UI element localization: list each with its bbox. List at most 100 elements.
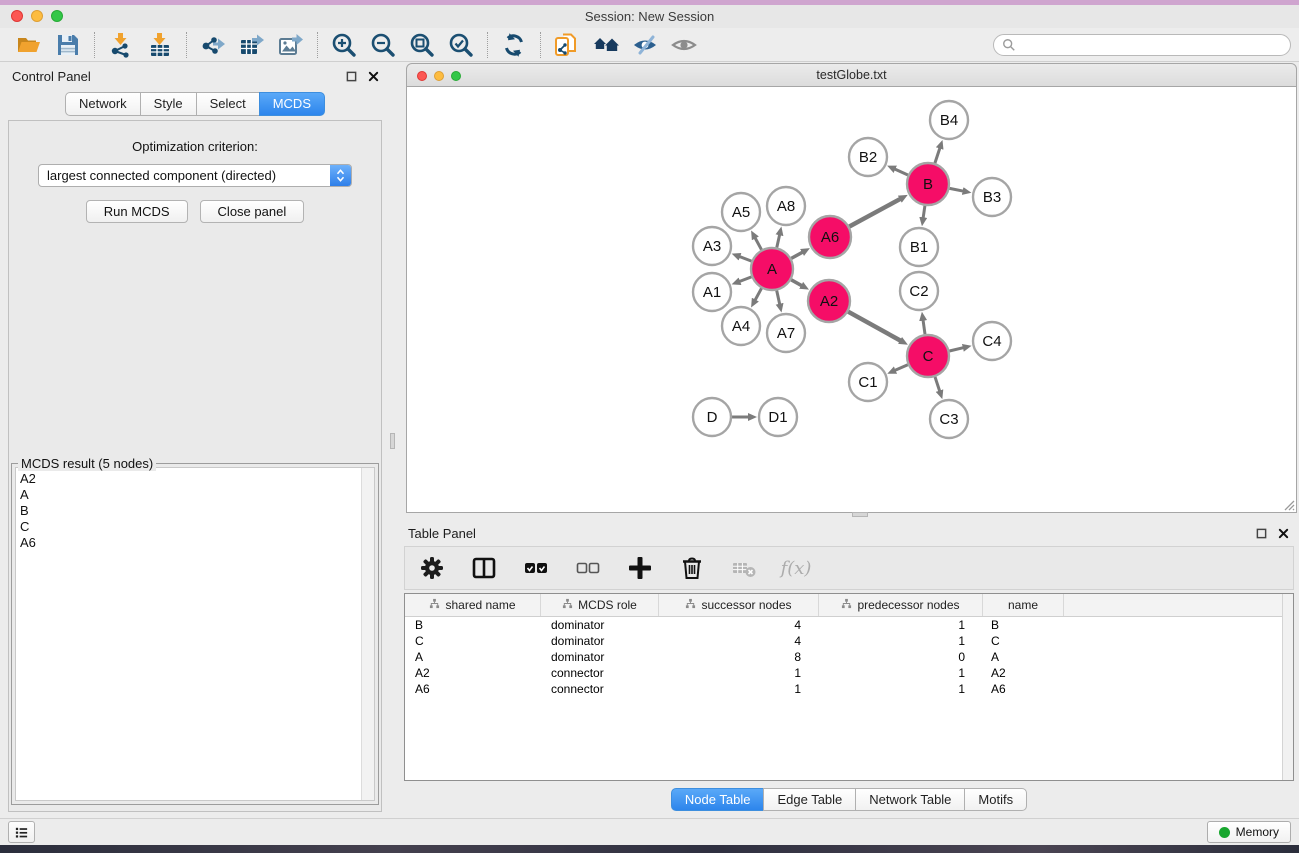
save-session-icon[interactable] [53, 31, 83, 59]
panel-splitter-handle[interactable] [390, 433, 395, 449]
zoom-window-button[interactable] [51, 10, 63, 22]
export-table-icon[interactable] [237, 31, 267, 59]
cell-predecessor-nodes[interactable]: 0 [819, 649, 983, 665]
cell-name[interactable]: A [983, 649, 1064, 665]
table-row[interactable]: Cdominator41C [405, 633, 1293, 649]
cell-MCDS-role[interactable]: dominator [541, 617, 659, 633]
mcds-result-item[interactable]: B [20, 503, 361, 519]
cell-name[interactable]: B [983, 617, 1064, 633]
table-row[interactable]: A6connector11A6 [405, 681, 1293, 697]
dropdown-stepper-icon[interactable] [330, 165, 351, 186]
cell-successor-nodes[interactable]: 4 [659, 633, 819, 649]
cell-shared-name[interactable]: C [405, 633, 541, 649]
hide-selected-icon[interactable] [630, 31, 660, 59]
cell-successor-nodes[interactable]: 1 [659, 665, 819, 681]
cell-shared-name[interactable]: A [405, 649, 541, 665]
task-history-button[interactable] [8, 821, 35, 843]
graph-edge-A6-B[interactable] [849, 199, 900, 227]
cell-name[interactable]: A2 [983, 665, 1064, 681]
zoom-selected-icon[interactable] [446, 31, 476, 59]
mcds-list-scrollbar[interactable] [361, 468, 374, 800]
graph-edge-A-A8[interactable] [777, 234, 780, 247]
mcds-result-item[interactable]: A2 [20, 471, 361, 487]
float-panel-icon[interactable] [345, 70, 358, 83]
close-table-panel-icon[interactable] [1277, 527, 1290, 540]
cell-name[interactable]: A6 [983, 681, 1064, 697]
deselect-all-icon[interactable] [575, 554, 601, 582]
cell-shared-name[interactable]: B [405, 617, 541, 633]
network-close-button[interactable] [417, 71, 427, 81]
cell-predecessor-nodes[interactable]: 1 [819, 681, 983, 697]
graph-edge-B-B3[interactable] [950, 188, 964, 191]
minimize-window-button[interactable] [31, 10, 43, 22]
graph-edge-C-C4[interactable] [949, 348, 963, 351]
mcds-result-item[interactable]: C [20, 519, 361, 535]
tab-mcds[interactable]: MCDS [259, 92, 325, 116]
tab-network[interactable]: Network [65, 92, 141, 116]
tab-network-table[interactable]: Network Table [855, 788, 965, 811]
zoom-out-icon[interactable] [368, 31, 398, 59]
split-table-icon[interactable] [471, 554, 497, 582]
column-header-predecessor-nodes[interactable]: predecessor nodes [819, 594, 983, 616]
cell-MCDS-role[interactable]: dominator [541, 649, 659, 665]
graph-edge-A-A6[interactable] [791, 252, 803, 258]
close-panel-icon[interactable] [367, 70, 380, 83]
cell-MCDS-role[interactable]: connector [541, 681, 659, 697]
graph-edge-C-C2[interactable] [923, 320, 925, 335]
graph-edge-B-B4[interactable] [935, 148, 940, 164]
mcds-result-item[interactable]: A6 [20, 535, 361, 551]
export-network-icon[interactable] [198, 31, 228, 59]
float-table-panel-icon[interactable] [1255, 527, 1268, 540]
graph-edge-B-B2[interactable] [894, 169, 908, 175]
graph-edge-A-A2[interactable] [791, 280, 802, 286]
graph-edge-C-C3[interactable] [935, 377, 940, 392]
graph-edge-C-C1[interactable] [895, 365, 908, 371]
run-mcds-button[interactable]: Run MCDS [86, 200, 188, 223]
close-panel-button[interactable]: Close panel [200, 200, 305, 223]
graph-edge-B-B1[interactable] [923, 206, 925, 219]
table-row[interactable]: Adominator80A [405, 649, 1293, 665]
graph-edge-A2-C[interactable] [848, 312, 901, 341]
table-row[interactable]: Bdominator41B [405, 617, 1293, 633]
search-box[interactable] [993, 34, 1291, 56]
graph-edge-A-A3[interactable] [739, 256, 751, 261]
cell-successor-nodes[interactable]: 1 [659, 681, 819, 697]
cell-shared-name[interactable]: A6 [405, 681, 541, 697]
select-all-icon[interactable] [523, 554, 549, 582]
vertical-splitter-handle[interactable] [852, 512, 868, 517]
graph-edge-A-A1[interactable] [739, 277, 751, 282]
cell-MCDS-role[interactable]: dominator [541, 633, 659, 649]
network-zoom-button[interactable] [451, 71, 461, 81]
tab-node-table[interactable]: Node Table [671, 788, 765, 811]
trash-icon[interactable] [679, 554, 705, 582]
cell-successor-nodes[interactable]: 4 [659, 617, 819, 633]
close-window-button[interactable] [11, 10, 23, 22]
cell-predecessor-nodes[interactable]: 1 [819, 633, 983, 649]
cell-name[interactable]: C [983, 633, 1064, 649]
add-row-icon[interactable] [627, 554, 653, 582]
table-scrollbar[interactable] [1282, 594, 1293, 780]
open-file-icon[interactable] [14, 31, 44, 59]
graph-edge-A-A7[interactable] [777, 291, 780, 305]
import-network-icon[interactable] [106, 31, 136, 59]
show-eye-icon[interactable] [669, 31, 699, 59]
tab-edge-table[interactable]: Edge Table [763, 788, 856, 811]
column-header-name[interactable]: name [983, 594, 1064, 616]
network-canvas[interactable]: AA1A2A3A4A5A6A7A8BB1B2B3B4CC1C2C3C4DD1 [406, 87, 1297, 513]
criterion-dropdown[interactable]: largest connected component (directed) [38, 164, 352, 187]
resize-grip-icon[interactable] [1282, 498, 1295, 511]
import-table-icon[interactable] [145, 31, 175, 59]
tab-style[interactable]: Style [140, 92, 197, 116]
graph-edge-A-A4[interactable] [755, 288, 762, 300]
refresh-icon[interactable] [499, 31, 529, 59]
column-header-shared-name[interactable]: shared name [405, 594, 541, 616]
cell-successor-nodes[interactable]: 8 [659, 649, 819, 665]
home-icon[interactable] [591, 31, 621, 59]
cell-shared-name[interactable]: A2 [405, 665, 541, 681]
zoom-in-icon[interactable] [329, 31, 359, 59]
graph-edge-A-A5[interactable] [755, 238, 762, 250]
column-header-successor-nodes[interactable]: successor nodes [659, 594, 819, 616]
memory-button[interactable]: Memory [1207, 821, 1291, 843]
export-image-icon[interactable] [276, 31, 306, 59]
table-row[interactable]: A2connector11A2 [405, 665, 1293, 681]
